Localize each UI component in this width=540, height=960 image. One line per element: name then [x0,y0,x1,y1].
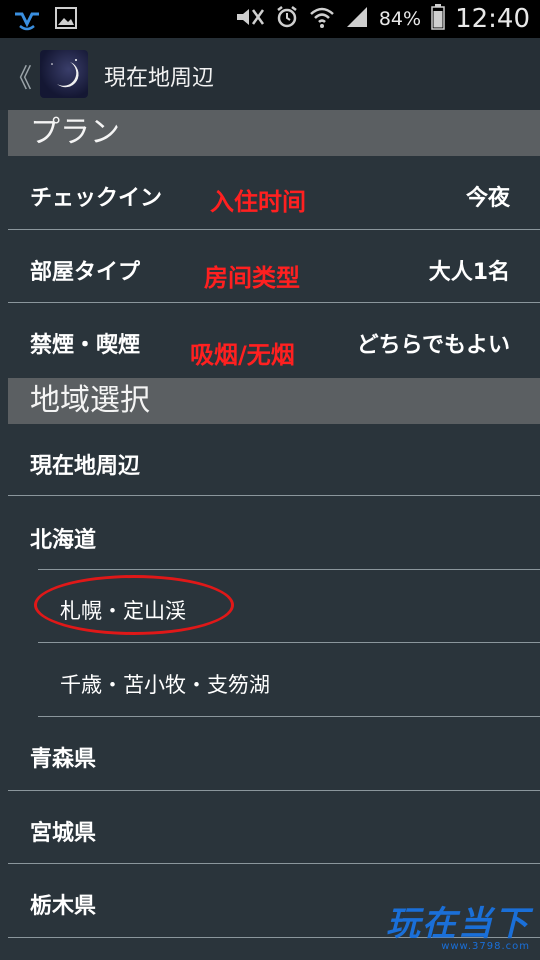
watermark-main: 玩在当下 [386,904,530,944]
plan-row-checkin[interactable]: チェックイン 入住时间 今夜 [0,156,540,230]
battery-icon [431,4,445,34]
region-row-chitose[interactable]: 千歳・苫小牧・支笏湖 [0,643,540,717]
section-header-region: 地域選択 [8,378,540,424]
region-row-current-location[interactable]: 現在地周辺 [0,424,540,496]
highlight-circle [34,575,234,635]
plan-row-room-type[interactable]: 部屋タイプ 房间类型 大人1名 [0,230,540,303]
battery-percent: 84% [378,8,422,30]
annotation-room-type: 房间类型 [204,264,300,292]
image-icon [54,6,78,34]
smoking-label: 禁煙・喫煙 [30,333,141,358]
region-label: 青森県 [30,747,97,772]
checkin-label: チェックイン [30,186,163,211]
region-label: 千歳・苫小牧・支笏湖 [60,673,270,697]
action-bar: 《 現在地周辺 [0,38,540,110]
region-row-miyagi[interactable]: 宮城県 [0,791,540,864]
status-bar: 84% 12:40 [0,0,540,38]
annotation-smoking: 吸烟/无烟 [190,341,295,369]
region-label: 栃木県 [30,894,97,919]
region-row-aomori[interactable]: 青森県 [0,717,540,791]
annotation-checkin: 入住时间 [210,188,306,216]
room-type-value: 大人1名 [428,260,510,285]
plan-row-smoking[interactable]: 禁煙・喫煙 吸烟/无烟 どちらでもよい [0,303,540,378]
region-label: 北海道 [30,528,97,553]
app-logo-icon[interactable] [40,50,88,98]
clock-time: 12:40 [455,4,530,34]
smoking-value: どちらでもよい [356,333,510,358]
section-header-plan: プラン [8,110,540,156]
wifi-icon [309,5,335,33]
page-title: 現在地周辺 [104,66,215,91]
region-label: 宮城県 [30,821,97,846]
room-type-label: 部屋タイプ [30,260,141,285]
region-row-hokkaido[interactable]: 北海道 [0,496,540,570]
alarm-icon [275,5,299,33]
region-label: 現在地周辺 [30,454,141,479]
checkin-value: 今夜 [465,186,510,211]
back-chevron-icon[interactable]: 《 [6,58,32,95]
watermark: 玩在当下 www.3798.com [386,896,530,952]
signal-icon [345,5,369,33]
mute-icon [235,6,265,32]
app-notification-icon [12,6,42,36]
